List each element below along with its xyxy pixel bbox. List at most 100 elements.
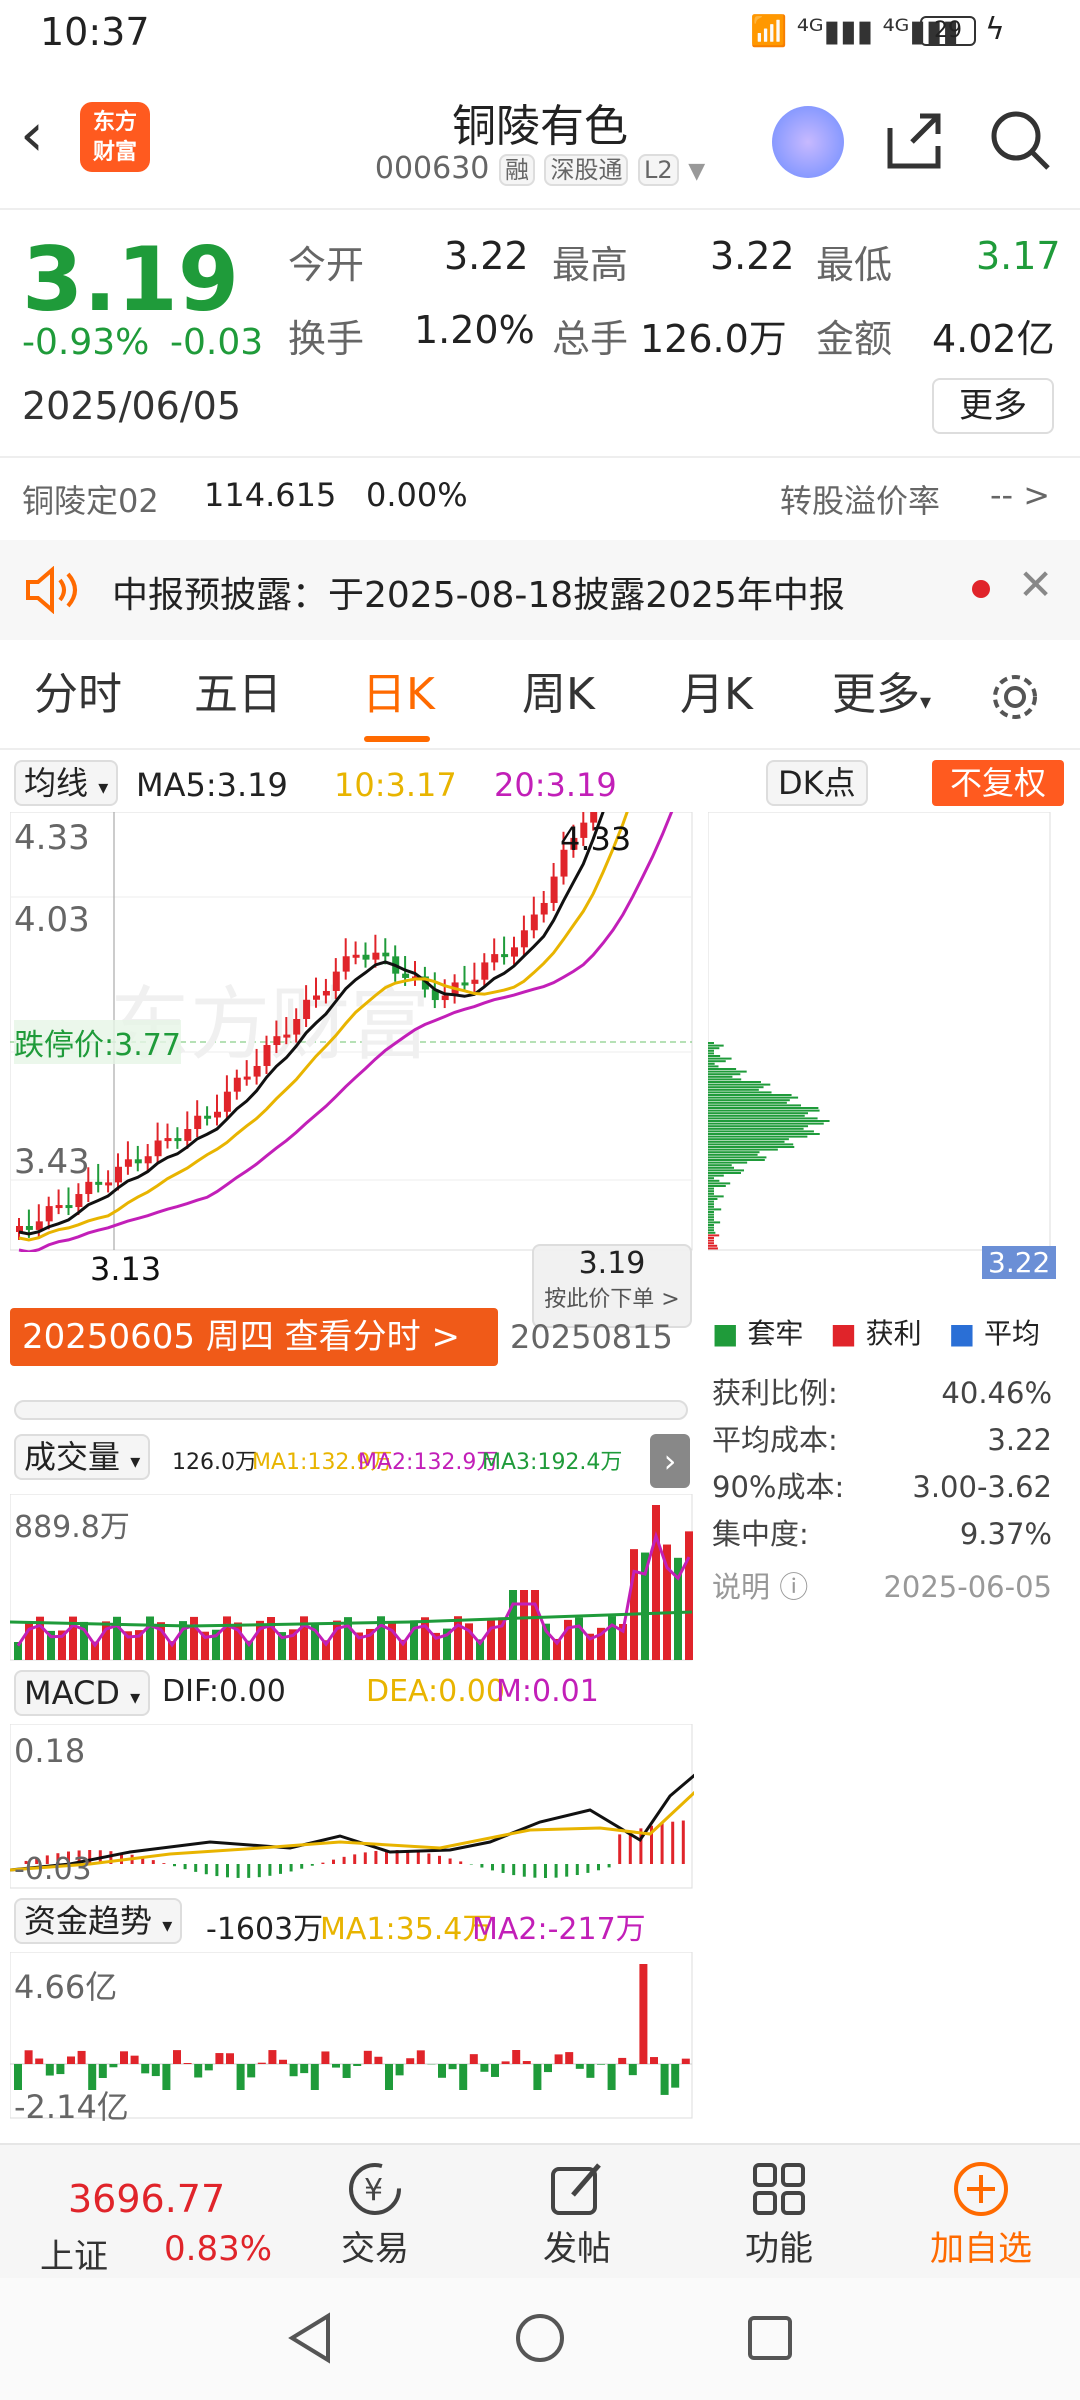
chip-note-row[interactable]: 说明 ⓘ 2025-06-05: [712, 1564, 1052, 1611]
fund-bar: [650, 2057, 658, 2064]
tab-more[interactable]: 更多▾: [832, 640, 931, 750]
premium-value[interactable]: -- >: [990, 476, 1050, 514]
dk-point-button[interactable]: DK点: [766, 760, 868, 806]
macd-bar: [353, 1854, 357, 1864]
nav-functions[interactable]: 功能: [714, 2145, 844, 2280]
candle-body: [174, 1138, 182, 1142]
fund-bar: [406, 2058, 415, 2064]
macd-bar: [257, 1864, 261, 1878]
price-tip[interactable]: 3.19 按此价下单 >: [532, 1244, 692, 1328]
info-icon: ⓘ: [779, 1570, 809, 1604]
chip-bar: [708, 1172, 741, 1174]
chip-bar: [708, 1143, 794, 1146]
fund-bar: [204, 2064, 213, 2071]
tab-more-label: 更多: [832, 669, 920, 720]
chip-bar: [708, 1164, 732, 1167]
macd-selector[interactable]: MACD ▾: [14, 1670, 151, 1716]
dropdown-icon[interactable]: ▼: [688, 159, 705, 184]
fund-bar: [374, 2056, 383, 2064]
volume-bar: [223, 1616, 231, 1660]
macd-bar: [162, 1863, 166, 1864]
fund-trend-selector[interactable]: 资金趋势 ▾: [14, 1898, 183, 1944]
macd-bar: [416, 1851, 420, 1864]
chip-bar: [708, 1057, 732, 1060]
fund-bar: [628, 2064, 637, 2076]
fund-bar: [533, 2064, 542, 2090]
tab-weekly-k[interactable]: 周K: [522, 640, 595, 750]
candle-body: [332, 971, 340, 991]
fund-bar: [162, 2064, 171, 2090]
macd-bar: [151, 1860, 155, 1864]
chip-stat-label: 90%成本:: [712, 1470, 845, 1504]
ai-assistant-icon[interactable]: [772, 106, 844, 178]
fund-bar: [226, 2053, 234, 2064]
macd-bar: [183, 1864, 187, 1870]
home-nav-icon[interactable]: [512, 2310, 568, 2366]
notice-bar[interactable]: 中报预披露：于2025-08-18披露2025年中报 ✕: [0, 540, 1080, 640]
low-value: 3.17: [976, 234, 1061, 278]
y-tick-low: 3.43: [14, 1142, 90, 1182]
tab-monthly-k[interactable]: 月K: [680, 640, 753, 750]
volume-bar: [608, 1616, 616, 1660]
macd-bar: [427, 1853, 431, 1864]
back-nav-icon[interactable]: [282, 2310, 338, 2366]
expand-arrow-icon[interactable]: ›: [650, 1434, 690, 1488]
fund-bar: [279, 2059, 287, 2064]
chip-bar: [708, 1190, 714, 1193]
fund-bar: [353, 2064, 362, 2066]
nav-trade[interactable]: ¥ 交易: [310, 2145, 440, 2280]
candle-body: [372, 952, 380, 960]
chip-bar: [708, 1104, 801, 1107]
candle-body: [214, 1111, 221, 1118]
tab-five-day[interactable]: 五日: [194, 640, 282, 750]
quote-date: 2025/06/05: [22, 384, 242, 428]
low-label: 最低: [816, 243, 893, 287]
macd-bar: [660, 1823, 664, 1864]
index-ticker[interactable]: 3696.77 上证 0.83%: [20, 2145, 280, 2280]
nav-add-watchlist[interactable]: 加自选: [916, 2145, 1046, 2280]
fund-bar: [565, 2052, 574, 2064]
fund-value: -1603万: [206, 1912, 324, 1947]
date-banner[interactable]: 20250605 周四 查看分时 >: [10, 1308, 498, 1366]
settings-gear-icon[interactable]: [988, 670, 1042, 724]
chip-bar: [708, 1125, 809, 1128]
macd-bar: [533, 1864, 537, 1878]
tab-daily-k[interactable]: 日K: [362, 640, 435, 750]
last-price: 3.19: [22, 228, 240, 331]
speaker-icon: [26, 566, 77, 614]
back-icon[interactable]: ‹: [20, 100, 44, 170]
chip-bar: [708, 1153, 758, 1156]
more-button[interactable]: 更多: [932, 378, 1054, 434]
nav-post[interactable]: 发帖: [512, 2145, 642, 2280]
chip-bar: [708, 1073, 741, 1076]
chip-stat-value: 9.37%: [959, 1517, 1052, 1551]
ma-selector[interactable]: 均线 ▾: [14, 760, 119, 806]
volume-bar: [454, 1616, 462, 1660]
tab-intraday[interactable]: 分时: [34, 640, 122, 750]
volume-selector[interactable]: 成交量 ▾: [14, 1434, 151, 1480]
close-icon[interactable]: ✕: [1018, 560, 1053, 609]
candle-body: [530, 914, 538, 931]
chip-bar: [708, 1068, 737, 1070]
volume-value: 126.0万: [172, 1450, 257, 1475]
legend-avg-icon: ■: [948, 1317, 976, 1350]
volume-bar: [630, 1549, 638, 1660]
recents-nav-icon[interactable]: [742, 2310, 798, 2366]
no-adjust-button[interactable]: 不复权: [932, 760, 1064, 806]
macd-bar: [512, 1864, 516, 1876]
share-icon[interactable]: [882, 108, 946, 172]
candle-body: [441, 995, 449, 1001]
bond-price: 114.615: [204, 476, 337, 514]
range-slider[interactable]: [14, 1400, 688, 1420]
search-icon[interactable]: [988, 108, 1052, 172]
fund-y-bottom: -2.14亿: [14, 2088, 129, 2126]
bond-name[interactable]: 铜陵定02: [22, 476, 159, 522]
volume-bar: [421, 1617, 429, 1660]
fund-bar: [289, 2064, 298, 2077]
chip-stat-row: 获利比例: 40.46%: [712, 1370, 1052, 1417]
open-value: 3.22: [444, 234, 529, 278]
fund-bar: [385, 2064, 393, 2090]
candle-body: [75, 1194, 83, 1208]
candle-body: [303, 999, 311, 1020]
candle-body: [105, 1182, 113, 1186]
